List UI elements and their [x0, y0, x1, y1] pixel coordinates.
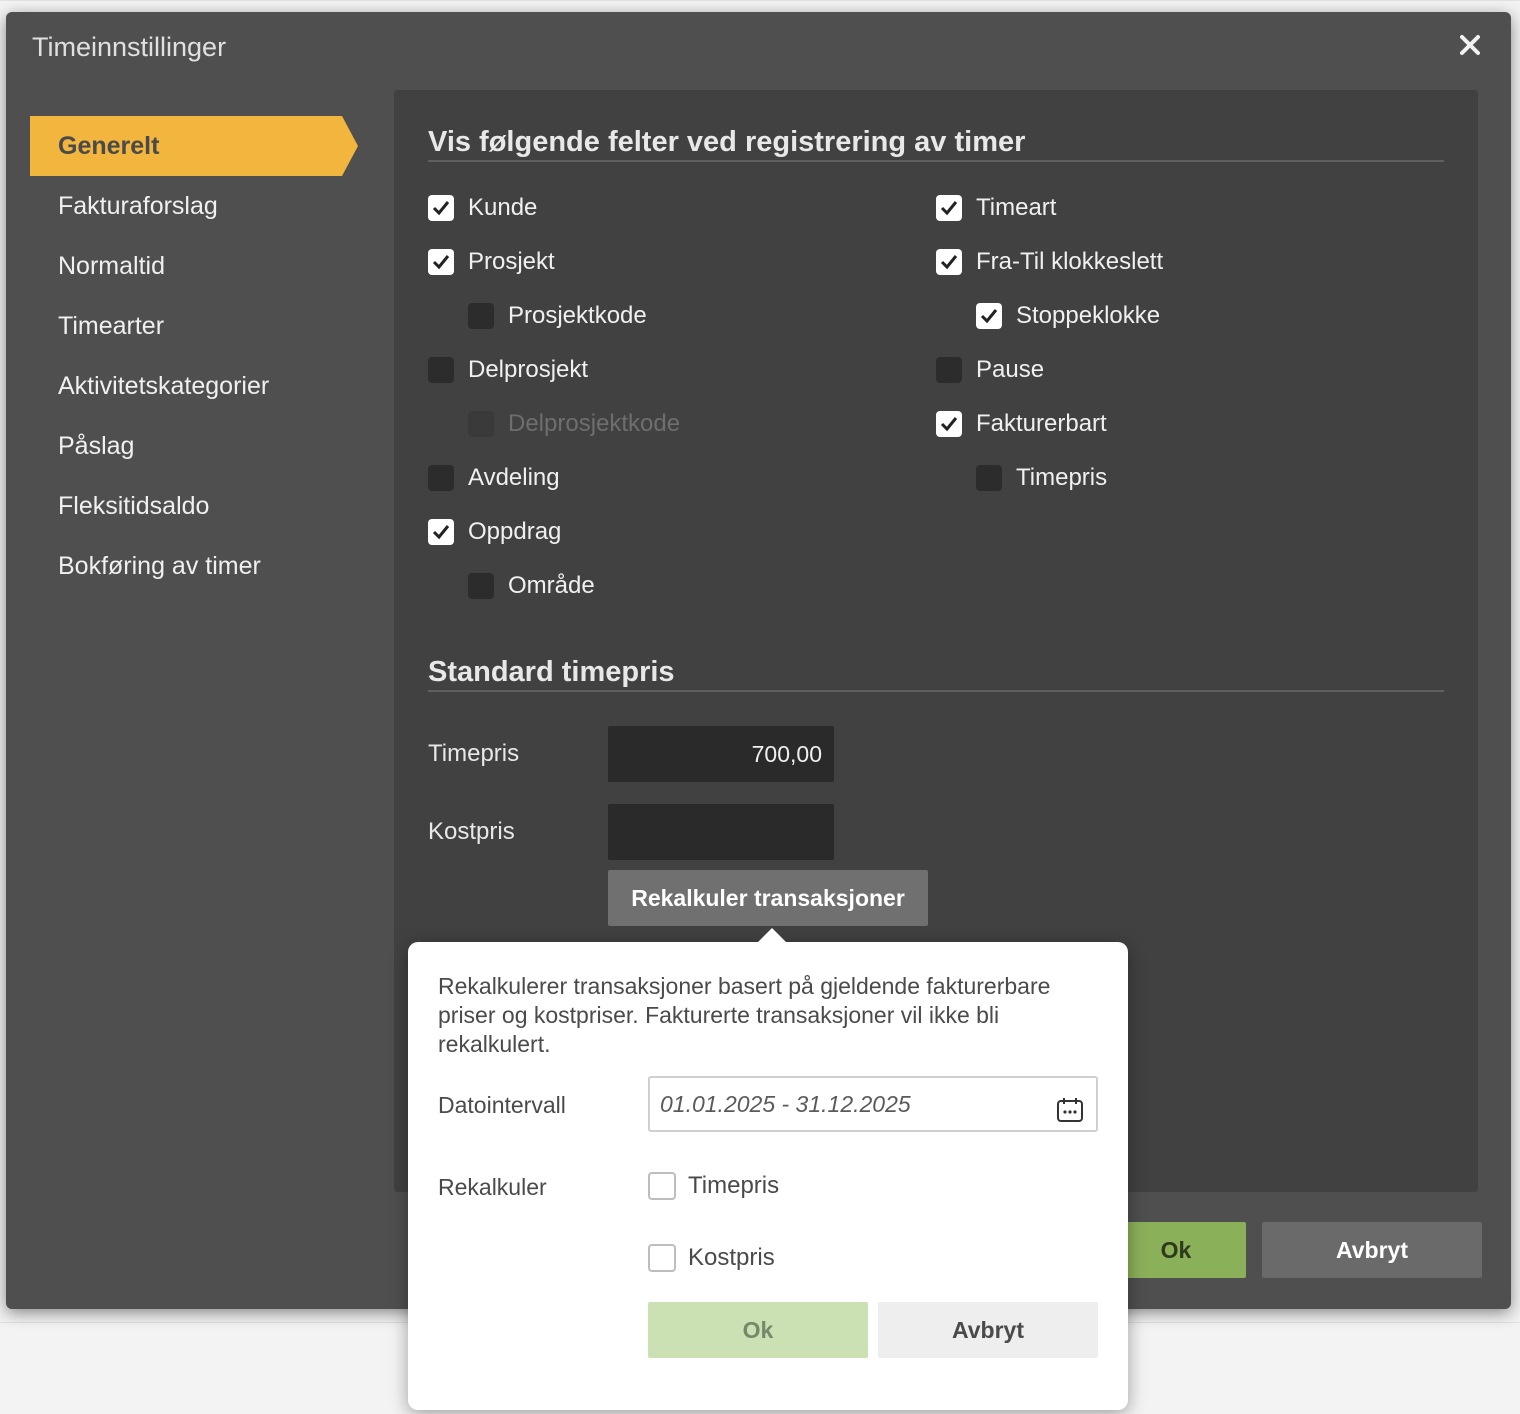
sidebar-item-generelt[interactable]: Generelt: [30, 116, 358, 176]
sidebar-item-timearter[interactable]: Timearter: [30, 296, 360, 356]
dialog-title: Timeinnstillinger: [32, 32, 227, 62]
timepris-label: Timepris: [428, 740, 520, 767]
recalc-kostpris-checkbox[interactable]: Kostpris: [648, 1244, 775, 1272]
checkbox-unchecked-icon[interactable]: [936, 357, 962, 383]
sidebar-item-normaltid[interactable]: Normaltid: [30, 236, 360, 296]
sidebar-item-bokforing[interactable]: Bokføring av timer: [30, 536, 360, 596]
sidebar-item-paslag[interactable]: Påslag: [30, 416, 360, 476]
checkbox-checked-icon[interactable]: [936, 249, 962, 275]
popover-arrow: [758, 928, 786, 942]
checkbox-label: Delprosjektkode: [508, 410, 681, 437]
sidebar-nav: Generelt Fakturaforslag Normaltid Timear…: [30, 116, 360, 596]
popover-cancel-button[interactable]: Avbryt: [878, 1302, 1098, 1358]
checkbox-label: Timeart: [976, 194, 1057, 221]
checkbox-fakturerbart[interactable]: Fakturerbart: [936, 410, 1107, 438]
checkbox-avdeling[interactable]: Avdeling: [428, 464, 560, 492]
price-section-title: Standard timepris: [428, 656, 675, 688]
checkbox-label: Timepris: [688, 1172, 780, 1199]
checkbox-delprosjekt[interactable]: Delprosjekt: [428, 356, 588, 384]
checkbox-oppdrag[interactable]: Oppdrag: [428, 518, 561, 546]
popover-ok-button[interactable]: Ok: [648, 1302, 868, 1358]
date-range-value: 01.01.2025 - 31.12.2025: [660, 1091, 911, 1117]
checkbox-unchecked-icon[interactable]: [468, 573, 494, 599]
cancel-button[interactable]: Avbryt: [1262, 1222, 1482, 1278]
checkbox-label: Fra-Til klokkeslett: [976, 248, 1164, 275]
checkbox-checked-icon[interactable]: [428, 195, 454, 221]
checkbox-label: Kostpris: [688, 1244, 775, 1271]
recalc-transactions-button[interactable]: Rekalkuler transaksjoner: [608, 870, 928, 926]
checkbox-prosjekt[interactable]: Prosjekt: [428, 248, 555, 276]
sidebar-item-aktivitetskategorier[interactable]: Aktivitetskategorier: [30, 356, 360, 416]
checkbox-label: Oppdrag: [468, 518, 562, 545]
checkbox-omrade[interactable]: Område: [468, 572, 595, 600]
checkbox-unchecked-icon[interactable]: [648, 1244, 676, 1272]
checkbox-unchecked-icon[interactable]: [428, 357, 454, 383]
checkbox-label: Fakturerbart: [976, 410, 1107, 437]
checkbox-pause[interactable]: Pause: [936, 356, 1044, 384]
calendar-icon[interactable]: [1056, 1090, 1084, 1122]
checkbox-unchecked-icon[interactable]: [976, 465, 1002, 491]
checkbox-checked-icon[interactable]: [428, 249, 454, 275]
sidebar-item-fakturaforslag[interactable]: Fakturaforslag: [30, 176, 360, 236]
checkbox-kunde[interactable]: Kunde: [428, 194, 537, 222]
checkbox-label: Timepris: [1016, 464, 1108, 491]
recalc-timepris-checkbox[interactable]: Timepris: [648, 1172, 779, 1200]
date-range-input[interactable]: 01.01.2025 - 31.12.2025: [648, 1076, 1098, 1132]
checkbox-label: Område: [508, 572, 595, 599]
checkbox-unchecked-icon[interactable]: [428, 465, 454, 491]
checkbox-fra-til[interactable]: Fra-Til klokkeslett: [936, 248, 1163, 276]
checkbox-label: Prosjekt: [468, 248, 555, 275]
checkbox-label: Delprosjekt: [468, 356, 589, 383]
fields-section-title: Vis følgende felter ved registrering av …: [428, 126, 1026, 158]
timepris-input[interactable]: 700,00: [608, 726, 834, 782]
checkbox-unchecked-icon[interactable]: [468, 303, 494, 329]
section-divider: [428, 160, 1444, 162]
checkbox-checked-icon[interactable]: [976, 303, 1002, 329]
checkbox-delprosjektkode: Delprosjektkode: [468, 410, 680, 438]
checkbox-label: Avdeling: [468, 464, 560, 491]
date-range-label: Datointervall: [438, 1092, 566, 1118]
checkbox-label: Prosjektkode: [508, 302, 647, 329]
sidebar-item-fleksitidsaldo[interactable]: Fleksitidsaldo: [30, 476, 360, 536]
ok-button-label: Ok: [1160, 1237, 1192, 1263]
popover-description: Rekalkulerer transaksjoner basert på gje…: [438, 973, 1051, 1057]
checkbox-checked-icon[interactable]: [936, 195, 962, 221]
kostpris-input[interactable]: [608, 804, 834, 860]
recalc-label: Rekalkuler: [438, 1174, 547, 1200]
kostpris-label: Kostpris: [428, 818, 515, 845]
checkbox-disabled-icon: [468, 411, 494, 437]
checkbox-label: Stoppeklokke: [1016, 302, 1161, 329]
checkbox-stoppeklokke[interactable]: Stoppeklokke: [976, 302, 1160, 330]
checkbox-checked-icon[interactable]: [428, 519, 454, 545]
checkbox-prosjektkode[interactable]: Prosjektkode: [468, 302, 647, 330]
checkbox-timepris-field[interactable]: Timepris: [976, 464, 1107, 492]
section-divider: [428, 690, 1444, 692]
recalc-popover: Rekalkulerer transaksjoner basert på gje…: [408, 928, 1128, 1410]
checkbox-timeart[interactable]: Timeart: [936, 194, 1056, 222]
checkbox-checked-icon[interactable]: [936, 411, 962, 437]
checkbox-label: Kunde: [468, 194, 538, 221]
close-icon[interactable]: [1455, 30, 1485, 60]
checkbox-unchecked-icon[interactable]: [648, 1172, 676, 1200]
checkbox-label: Pause: [976, 356, 1045, 383]
